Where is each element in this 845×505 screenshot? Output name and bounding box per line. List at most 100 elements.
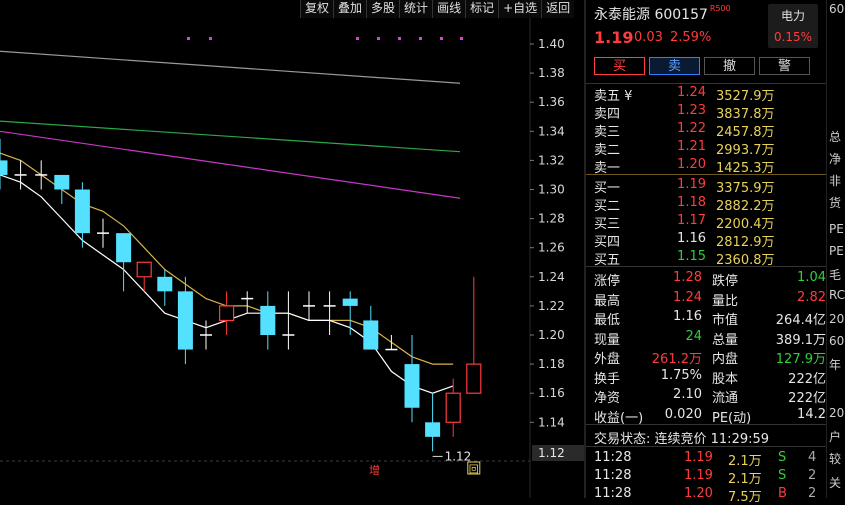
kline-svg[interactable]: 1.40 1.38 1.36 1.34 1.32 1.30 1.28 1.26 1.24 1.22…: [0, 0, 584, 498]
marker-zeng: 增: [369, 463, 380, 477]
orderbook-row[interactable]: 卖二 1.21 2993.7万: [594, 139, 826, 158]
current-price-label: 1.12: [538, 446, 565, 460]
toolbar-huaxian[interactable]: 画线: [432, 0, 466, 18]
edge-label: 年: [829, 358, 842, 372]
orderbook-row[interactable]: 卖一 1.20 1425.3万: [594, 157, 826, 176]
edge-label: 户: [829, 430, 842, 444]
stat-label: 现量: [594, 332, 621, 348]
orderbook-row[interactable]: 买三 1.17 2200.4万: [594, 213, 826, 232]
order-price: 1.19: [677, 177, 706, 192]
signal-dot: [419, 37, 422, 40]
toolbar-tongji[interactable]: 统计: [399, 0, 433, 18]
stat-row: 涨停 1.28 跌停 1.04: [594, 270, 826, 289]
ma-line-white: [0, 174, 454, 394]
toolbar-fuquan[interactable]: 复权: [300, 0, 334, 18]
stat-value: 127.9万: [775, 352, 826, 367]
tick-price: 1.19: [684, 450, 713, 465]
orderbook-row[interactable]: 买一 1.19 3375.9万: [594, 177, 826, 196]
divider: [586, 83, 826, 84]
toolbar-diejia[interactable]: 叠加: [333, 0, 367, 18]
edge-label: RC: [829, 288, 845, 302]
ma-line-gray: [0, 50, 461, 84]
stat-label: 总量: [712, 332, 739, 348]
price-change-pct: 2.59%: [670, 30, 712, 45]
toolbar-duogu[interactable]: 多股: [366, 0, 400, 18]
candle-body: [136, 261, 152, 278]
order-volume: 2882.2万: [716, 199, 775, 214]
candle-body: [260, 305, 276, 335]
order-volume: 3375.9万: [716, 181, 775, 196]
tick-price: 1.20: [684, 486, 713, 501]
kline-chart[interactable]: 1.40 1.38 1.36 1.34 1.32 1.30 1.28 1.26 1.24 1.22…: [0, 0, 584, 498]
edge-label: 较: [829, 452, 842, 466]
stat-value: 2.10: [673, 387, 702, 402]
orderbook-row[interactable]: 买二 1.18 2882.2万: [594, 195, 826, 214]
price-axis-label: 1.16: [538, 386, 565, 400]
tick-direction: S: [778, 450, 787, 465]
stock-code: 600157: [654, 7, 708, 23]
price-axis-label: 1.14: [538, 415, 565, 429]
orderbook-row[interactable]: 卖五 ¥ 1.24 3527.9万: [594, 85, 826, 104]
order-level-label: 买四: [594, 235, 621, 250]
tick-price: 1.19: [684, 468, 713, 483]
order-volume: 2200.4万: [716, 217, 775, 232]
orderbook-row[interactable]: 卖三 1.22 2457.8万: [594, 121, 826, 140]
price-axis-label: 1.38: [538, 66, 565, 80]
trade-buttons: 买 卖 撤 警: [594, 57, 810, 75]
signal-dot: [398, 37, 401, 40]
marker-hui: 回: [469, 464, 479, 476]
edge-label: 货: [829, 196, 842, 210]
toolbar-add-watchlist[interactable]: +自选: [498, 0, 542, 18]
stat-label: 量比: [712, 293, 739, 309]
sell-button[interactable]: 卖: [649, 57, 700, 75]
order-volume: 3837.8万: [716, 107, 775, 122]
stat-value: 1.75%: [660, 367, 702, 383]
cancel-order-button[interactable]: 撤: [704, 57, 755, 75]
tick-qty: 2.1万: [728, 472, 762, 487]
candle-body: [425, 422, 441, 437]
signal-dot: [377, 37, 380, 40]
order-price: 1.21: [677, 139, 706, 154]
quote-panel: 永泰能源 600157 R500 1.19 0.03 2.59% 电力 0.15%…: [586, 0, 826, 505]
tick-time: 11:28: [594, 450, 632, 465]
signal-dot: [440, 37, 443, 40]
orderbook-row[interactable]: 卖四 1.23 3837.8万: [594, 103, 826, 122]
stat-value: 1.28: [673, 270, 702, 285]
alert-button[interactable]: 警: [759, 57, 810, 75]
order-price: 1.17: [677, 213, 706, 228]
order-price: 1.15: [677, 249, 706, 264]
tick-row: 11:28 1.20 7.5万 B 2: [594, 486, 826, 505]
orderbook-row[interactable]: 买五 1.15 2360.8万: [594, 249, 826, 268]
price-axis-label: 1.18: [538, 357, 565, 371]
buy-button[interactable]: 买: [594, 57, 645, 75]
stat-row: 外盘 261.2万 内盘 127.9万: [594, 348, 826, 367]
stat-label: 跌停: [712, 274, 739, 289]
sector-box[interactable]: 电力 0.15%: [768, 4, 818, 48]
edge-label: 60: [829, 2, 845, 16]
order-level-label: 买三: [594, 217, 621, 232]
stat-row: 换手 1.75% 股本 222亿: [594, 367, 826, 387]
candle-body: [342, 298, 358, 306]
order-volume: 3527.9万: [716, 89, 775, 104]
tick-count: 4: [808, 450, 817, 465]
order-price: 1.20: [677, 157, 706, 172]
candle-body: [466, 363, 482, 394]
stat-label: 最低: [594, 313, 621, 328]
stat-label: 流通: [712, 391, 739, 406]
price-axis-label: 1.20: [538, 328, 565, 342]
toolbar-biaoji[interactable]: 标记: [465, 0, 499, 18]
order-price: 1.23: [677, 103, 706, 118]
stat-value: 2.82: [797, 289, 826, 305]
ask-bid-divider: [586, 174, 826, 175]
orderbook-row[interactable]: 买四 1.16 2812.9万: [594, 231, 826, 250]
toolbar-back[interactable]: 返回: [541, 0, 575, 18]
edge-label: PE: [829, 222, 844, 236]
tick-direction: S: [778, 468, 787, 483]
stat-value: 0.020: [664, 406, 702, 422]
divider: [586, 266, 826, 267]
edge-label: 非: [829, 174, 842, 188]
order-level-label: 卖二: [594, 143, 621, 158]
order-price: 1.18: [677, 195, 706, 210]
stat-label: 涨停: [594, 274, 621, 289]
edge-label: 关: [829, 476, 842, 490]
